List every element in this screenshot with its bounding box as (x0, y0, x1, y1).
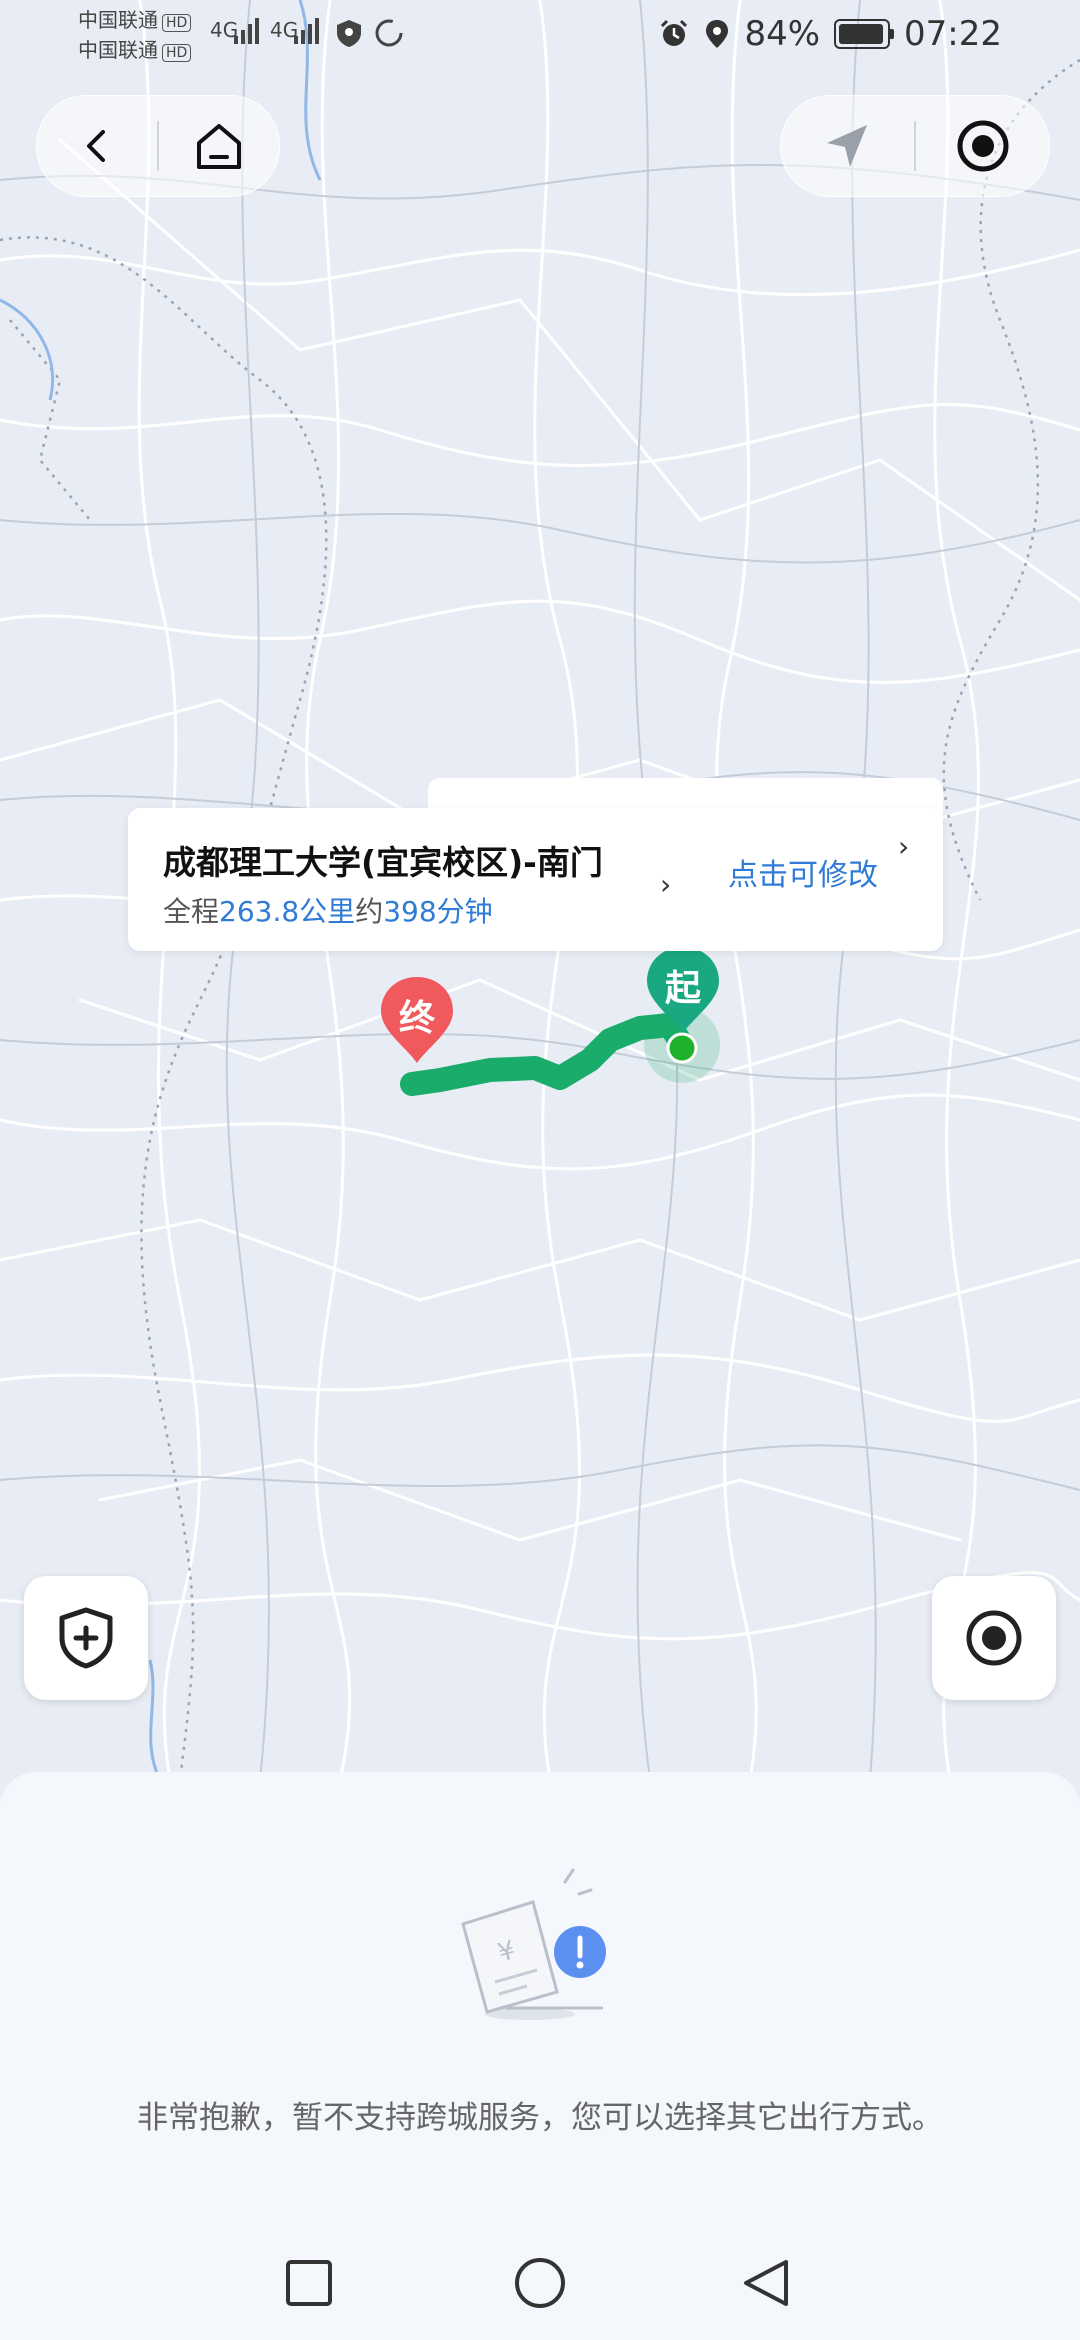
back-button[interactable] (37, 96, 157, 196)
start-marker[interactable]: 起 (644, 945, 722, 1035)
status-right: 84% 07:22 (658, 14, 1002, 54)
recent-apps-button[interactable] (284, 2258, 334, 2308)
route-distance: 263.8公里 (219, 895, 356, 928)
destination-name: 成都理工大学(宜宾校区)-南门 (163, 843, 603, 882)
alarm-icon (661, 19, 688, 46)
home-nav-button[interactable] (513, 2256, 567, 2310)
hd-badge-2: HD (162, 44, 192, 62)
carrier-2: 中国联通 HD (78, 38, 192, 62)
shield-status-icon (337, 20, 361, 47)
status-bar: 中国联通 HD 中国联通 HD 4G 4G 84% 07:22 (0, 0, 1080, 70)
safety-button[interactable] (24, 1576, 148, 1700)
start-marker-label: 起 (664, 968, 701, 1009)
hd-badge-1: HD (162, 14, 192, 32)
loading-status-icon (375, 19, 403, 47)
locate-icon (966, 1610, 1022, 1666)
summary-mid: 约 (355, 895, 384, 928)
route-info-card[interactable]: 成都理工大学(宜宾校区)-南门 全程263.8公里约398分钟 › 点击可修改 … (128, 808, 943, 951)
battery-fill (839, 24, 883, 44)
locate-button[interactable] (932, 1576, 1056, 1700)
record-button[interactable] (916, 96, 1049, 196)
modify-chevron-icon: › (898, 830, 910, 863)
summary-prefix: 全程 (163, 895, 220, 928)
back-nav-button[interactable] (740, 2256, 794, 2310)
home-icon (197, 124, 241, 169)
location-status-icon (706, 20, 729, 48)
route-duration: 398分钟 (383, 895, 493, 928)
navigation-arrow-icon (826, 125, 867, 167)
home-button[interactable] (159, 96, 279, 196)
signal-1-icon (234, 18, 259, 44)
battery-percent: 84% (744, 14, 821, 54)
no-service-illustration-icon: ¥ (461, 1868, 606, 2020)
carrier-1-name: 中国联通 (78, 8, 158, 32)
start-dot (666, 1032, 698, 1064)
carrier-1: 中国联通 HD (78, 8, 192, 32)
battery-icon (834, 19, 895, 49)
end-marker[interactable]: 终 (378, 975, 456, 1065)
destination-chevron-icon: › (660, 868, 672, 901)
bottom-sheet: ¥ 非常抱歉，暂不支持跨城服务，您可以选择其它出行方式。 (0, 1772, 1080, 2222)
unsupported-message: 非常抱歉，暂不支持跨城服务，您可以选择其它出行方式。 (137, 2100, 943, 2136)
end-marker-label: 终 (398, 998, 435, 1039)
top-left-controls (36, 95, 280, 197)
back-arrow-icon (87, 130, 105, 162)
shield-plus-icon (59, 1607, 113, 1669)
clock: 07:22 (904, 14, 1002, 54)
modify-link[interactable]: 点击可修改 (728, 850, 878, 894)
route-summary: 全程263.8公里约398分钟 (163, 890, 493, 930)
system-nav-bar (0, 2222, 1080, 2340)
top-right-controls (780, 95, 1050, 197)
navigate-button[interactable] (781, 96, 914, 196)
signal-2-icon (294, 18, 319, 44)
target-icon (957, 120, 1008, 172)
carrier-2-name: 中国联通 (78, 38, 158, 62)
